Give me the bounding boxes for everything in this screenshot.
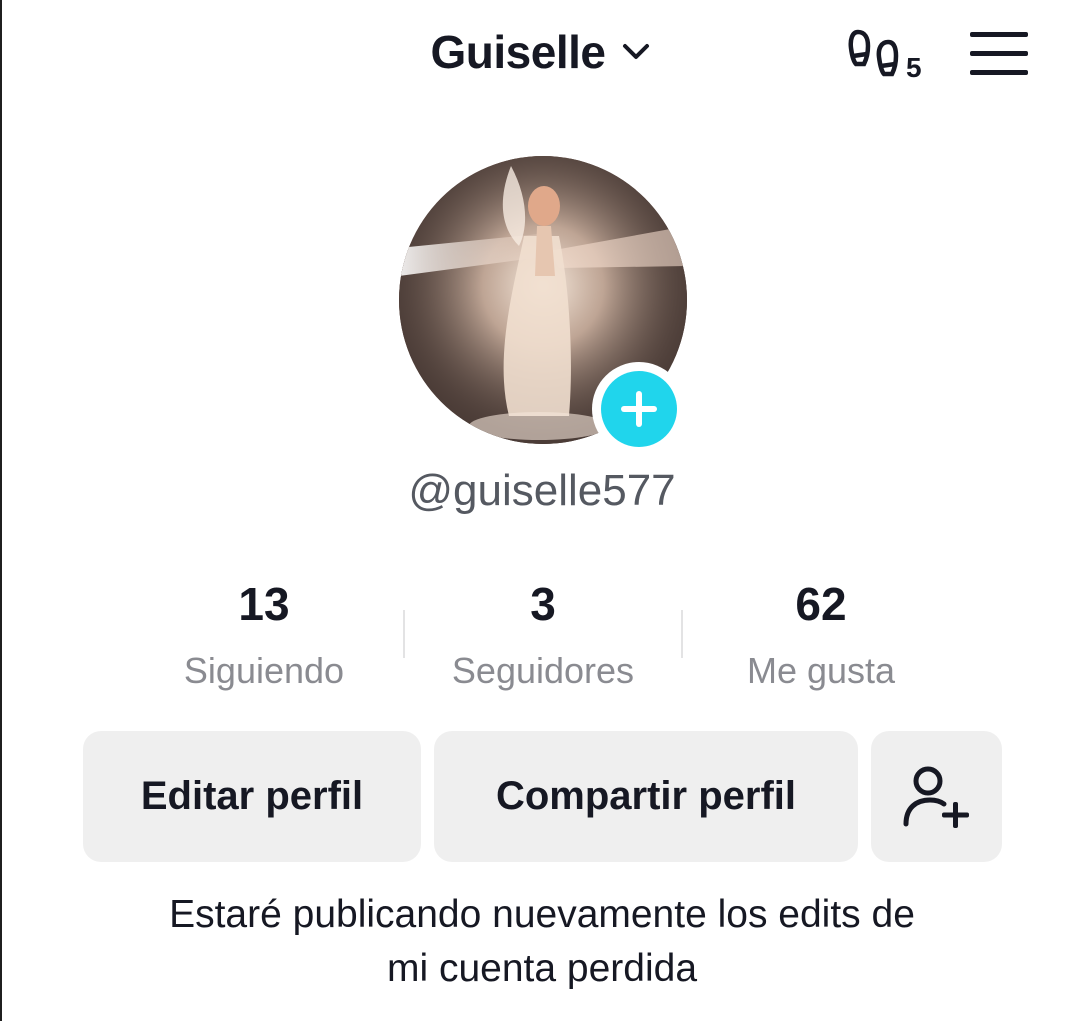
- profile-bio: Estaré publicando nuevamente los edits d…: [2, 888, 1080, 996]
- bio-line: mi cuenta perdida: [386, 947, 698, 990]
- stat-followers[interactable]: 3 Seguidores: [403, 574, 683, 692]
- stat-likes[interactable]: 62 Me gusta: [681, 574, 961, 692]
- likes-count: 62: [795, 578, 847, 630]
- likes-label: Me gusta: [746, 650, 896, 691]
- plus-icon: [621, 391, 657, 427]
- profile-stats: 13 Siguiendo 3 Seguidores 62 Me gusta: [2, 574, 1080, 704]
- edit-profile-label: Editar perfil: [140, 774, 364, 818]
- profile-views-count: 5: [906, 52, 922, 83]
- hamburger-menu-icon: [970, 32, 1028, 75]
- profile-views-button[interactable]: 5: [848, 22, 928, 84]
- add-story-button[interactable]: [592, 362, 686, 456]
- bio-line: Estaré publicando nuevamente los edits d…: [169, 893, 915, 936]
- add-user-icon: [903, 766, 969, 828]
- following-label: Siguiendo: [183, 650, 345, 691]
- username: @guiselle577: [408, 466, 676, 515]
- edit-profile-button[interactable]: Editar perfil: [83, 731, 421, 862]
- profile-name-title: Guiselle: [430, 26, 606, 78]
- footprints-icon: [848, 29, 899, 77]
- add-story-badge: [601, 371, 677, 447]
- account-switcher[interactable]: Guiselle: [431, 25, 654, 79]
- share-profile-label: Compartir perfil: [495, 774, 797, 818]
- stat-following[interactable]: 13 Siguiendo: [124, 574, 404, 692]
- menu-button[interactable]: [968, 30, 1030, 78]
- followers-label: Seguidores: [451, 650, 635, 691]
- following-count: 13: [238, 578, 290, 630]
- share-profile-button[interactable]: Compartir perfil: [434, 731, 858, 862]
- followers-count: 3: [530, 578, 556, 630]
- chevron-down-icon: [623, 44, 650, 59]
- add-friend-button[interactable]: [871, 731, 1002, 862]
